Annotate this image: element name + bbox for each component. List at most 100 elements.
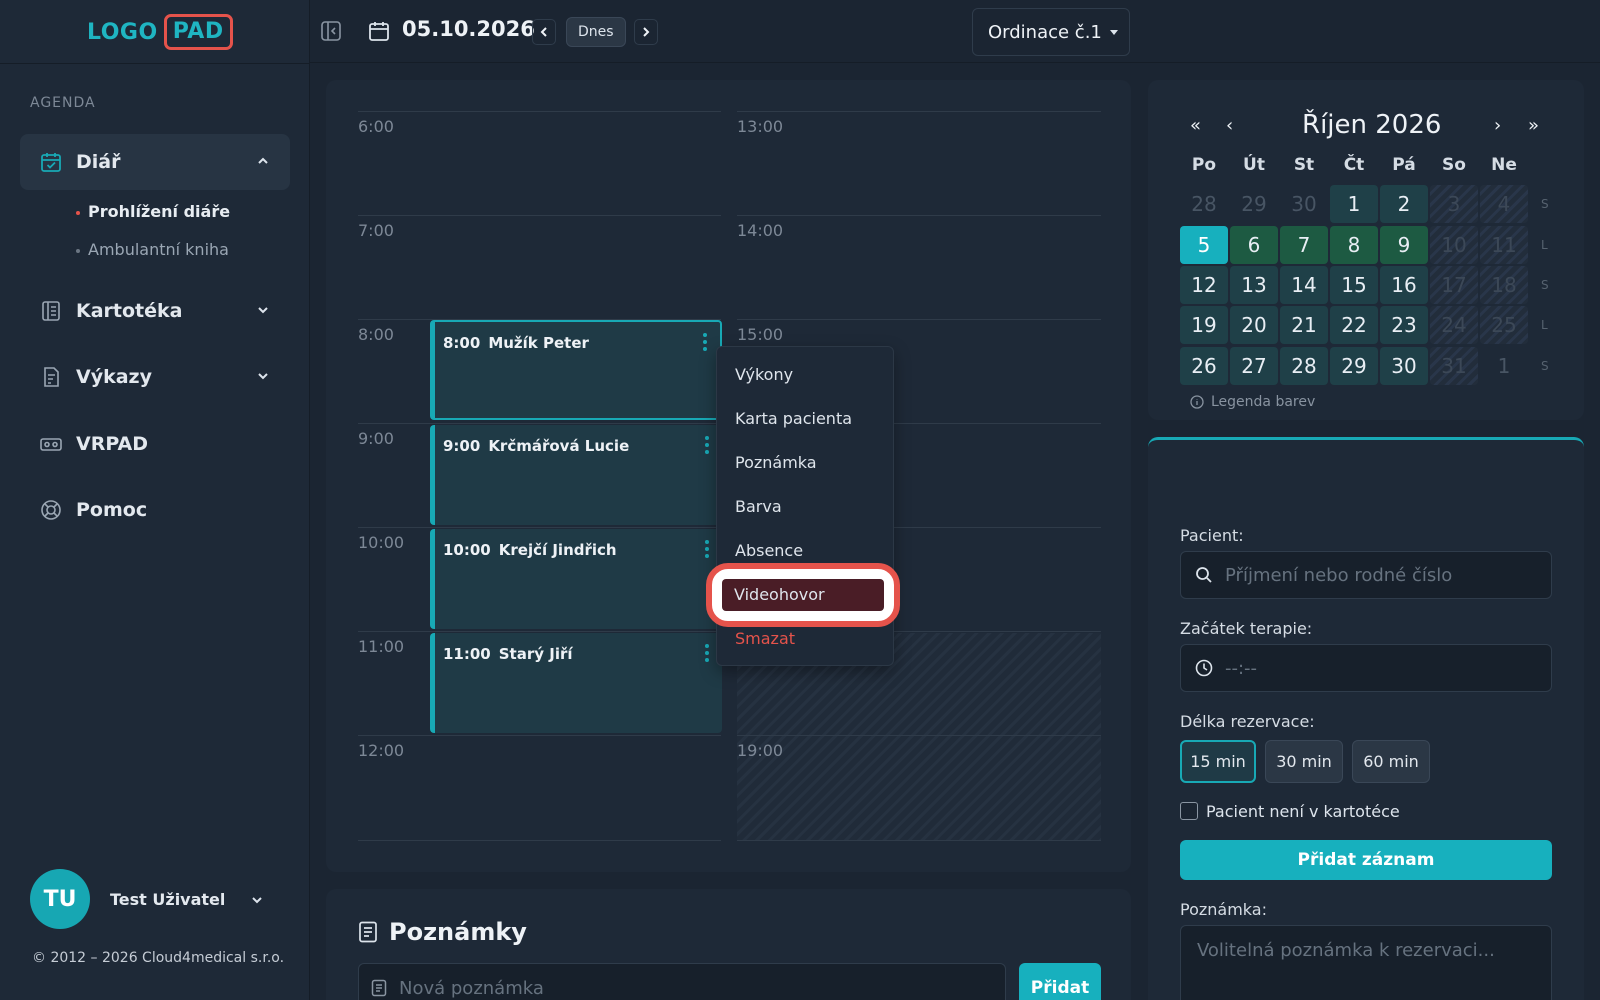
more-vertical-icon[interactable]: [704, 643, 710, 663]
weekday-header: Čt: [1343, 155, 1365, 175]
not-in-registry-checkbox[interactable]: [1180, 802, 1198, 820]
weekday-header: Ne: [1491, 155, 1517, 175]
note-textarea[interactable]: Volitelná poznámka k rezervaci...: [1180, 925, 1552, 1000]
user-menu[interactable]: TU Test Uživatel: [30, 869, 262, 929]
prev-month-button[interactable]: ‹: [1226, 115, 1233, 136]
menu-item-barva[interactable]: Barva: [735, 497, 782, 516]
menu-item-smazat[interactable]: Smazat: [735, 629, 795, 648]
menu-item-karta-pacienta[interactable]: Karta pacienta: [735, 409, 852, 428]
calendar-day[interactable]: 18: [1480, 266, 1528, 304]
chevron-left-icon: [540, 27, 547, 37]
length-option-60[interactable]: 60 min: [1352, 740, 1430, 783]
appointment-card[interactable]: 9:00 Krčmářová Lucie: [430, 425, 722, 525]
sidebar-item-vykazy[interactable]: Výkazy: [20, 349, 290, 405]
appointment-card[interactable]: 10:00 Krejčí Jindřich: [430, 529, 722, 629]
calendar-day[interactable]: 30: [1280, 185, 1328, 223]
calendar-day[interactable]: 28: [1280, 347, 1328, 385]
menu-item-absence[interactable]: Absence: [735, 541, 803, 560]
section-label: AGENDA: [30, 95, 96, 111]
sidebar-subitem-label: Prohlížení diáře: [88, 202, 231, 221]
color-legend-link[interactable]: Legenda barev: [1190, 394, 1315, 410]
start-time-input[interactable]: --:--: [1180, 644, 1552, 692]
calendar-day[interactable]: 4: [1480, 185, 1528, 223]
calendar-day[interactable]: 27: [1230, 347, 1278, 385]
menu-item-videohovor[interactable]: Videohovor: [722, 579, 884, 611]
note-icon: [371, 979, 387, 997]
calendar-day-today[interactable]: 5: [1180, 226, 1228, 264]
calendar-day[interactable]: 26: [1180, 347, 1228, 385]
length-option-30[interactable]: 30 min: [1265, 740, 1343, 783]
calendar-day[interactable]: 29: [1330, 347, 1378, 385]
calendar-day[interactable]: 16: [1380, 266, 1428, 304]
calendar-day[interactable]: 13: [1230, 266, 1278, 304]
appointment-patient: Mužík Peter: [488, 334, 589, 352]
time-label: 19:00: [737, 741, 784, 760]
calendar-day[interactable]: 24: [1430, 306, 1478, 344]
bullet-dot: [76, 210, 80, 215]
sidebar-subitem-ambulantni[interactable]: Ambulantní kniha: [76, 240, 229, 259]
sidebar-item-label: Diář: [76, 151, 121, 173]
calendar-day[interactable]: 15: [1330, 266, 1378, 304]
calendar-day[interactable]: 28: [1180, 185, 1228, 223]
menu-item-poznamka[interactable]: Poznámka: [735, 453, 817, 472]
search-icon: [1196, 567, 1212, 583]
calendar-day[interactable]: 11: [1480, 226, 1528, 264]
calendar-day[interactable]: 23: [1380, 306, 1428, 344]
calendar-day[interactable]: 14: [1280, 266, 1328, 304]
calendar-day[interactable]: 2: [1380, 185, 1428, 223]
prev-year-button[interactable]: «: [1190, 115, 1201, 136]
start-time-placeholder: --:--: [1225, 657, 1258, 679]
add-record-button[interactable]: Přidat záznam: [1180, 840, 1552, 880]
prev-day-button[interactable]: [532, 19, 556, 45]
legend-label: Legenda barev: [1211, 394, 1316, 410]
today-button[interactable]: Dnes: [566, 17, 626, 47]
patient-search-input[interactable]: Příjmení nebo rodné číslo: [1180, 551, 1552, 599]
calendar-day[interactable]: 8: [1330, 226, 1378, 264]
calendar-day[interactable]: 1: [1480, 347, 1528, 385]
calendar-day[interactable]: 22: [1330, 306, 1378, 344]
sidebar-collapse-icon: [321, 21, 341, 41]
time-label: 7:00: [358, 221, 394, 240]
next-day-button[interactable]: [634, 19, 658, 45]
time-label: 11:00: [358, 637, 405, 656]
more-vertical-icon[interactable]: [704, 435, 710, 455]
copyright: © 2012 – 2026 Cloud4medical s.r.o.: [32, 950, 285, 966]
note-label: Poznámka:: [1180, 900, 1267, 919]
sidebar-subitem-prohlizeni[interactable]: Prohlížení diáře: [76, 202, 230, 221]
sidebar-toggle-button[interactable]: [320, 20, 342, 42]
grid-line: [737, 319, 1101, 320]
office-select[interactable]: Ordinace č.1: [972, 8, 1130, 56]
date-picker-button[interactable]: [367, 19, 391, 43]
calendar-day[interactable]: 7: [1280, 226, 1328, 264]
calendar-day[interactable]: 19: [1180, 306, 1228, 344]
appointment-card[interactable]: 11:00 Starý Jiří: [430, 633, 722, 733]
calendar-day[interactable]: 17: [1430, 266, 1478, 304]
more-vertical-icon[interactable]: [704, 539, 710, 559]
sidebar-item-vrpad[interactable]: VRPAD: [20, 416, 290, 472]
next-month-button[interactable]: ›: [1494, 115, 1501, 136]
more-vertical-icon[interactable]: [702, 332, 708, 352]
next-year-button[interactable]: »: [1528, 115, 1539, 136]
add-note-button[interactable]: Přidat: [1019, 963, 1101, 1000]
logo[interactable]: LOGO PAD: [87, 14, 233, 50]
calendar-day[interactable]: 3: [1430, 185, 1478, 223]
new-note-input[interactable]: Nová poznámka: [358, 963, 1006, 1000]
length-option-15[interactable]: 15 min: [1180, 740, 1256, 783]
calendar-day[interactable]: 21: [1280, 306, 1328, 344]
appointment-card[interactable]: 8:00 Mužík Peter: [430, 320, 722, 420]
calendar-day[interactable]: 30: [1380, 347, 1428, 385]
calendar-day[interactable]: 9: [1380, 226, 1428, 264]
time-label: 13:00: [737, 117, 784, 136]
calendar-day[interactable]: 29: [1230, 185, 1278, 223]
menu-item-vykony[interactable]: Výkony: [735, 365, 793, 384]
calendar-day[interactable]: 10: [1430, 226, 1478, 264]
calendar-day[interactable]: 12: [1180, 266, 1228, 304]
sidebar-item-kartoteka[interactable]: Kartotéka: [20, 283, 290, 339]
calendar-day[interactable]: 31: [1430, 347, 1478, 385]
calendar-day[interactable]: 25: [1480, 306, 1528, 344]
sidebar-item-pomoc[interactable]: Pomoc: [20, 482, 290, 538]
sidebar-item-diar[interactable]: Diář: [20, 134, 290, 190]
calendar-day[interactable]: 20: [1230, 306, 1278, 344]
calendar-day[interactable]: 1: [1330, 185, 1378, 223]
calendar-day[interactable]: 6: [1230, 226, 1278, 264]
